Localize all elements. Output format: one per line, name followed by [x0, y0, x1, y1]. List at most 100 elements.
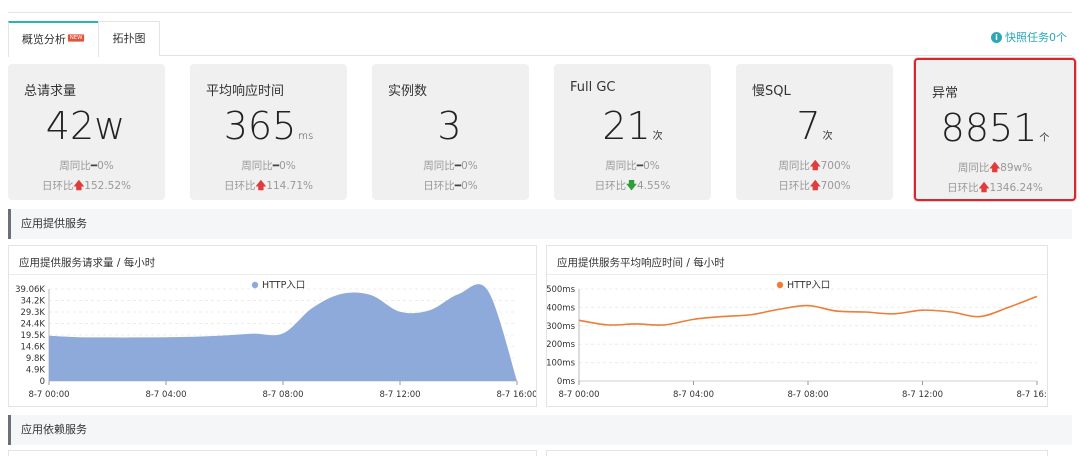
metric-title: Full GC	[570, 80, 616, 95]
week-compare: 周同比━0%	[8, 158, 165, 173]
day-compare: 日环比🡅114.71%	[190, 178, 347, 196]
y-tick-label: 100ms	[547, 359, 576, 369]
day-compare-value: 0%	[461, 180, 478, 192]
y-tick-label: 400ms	[547, 303, 576, 313]
trend-up-icon: 🡅	[989, 162, 1001, 174]
metric-card[interactable]: 异常 8851 个周同比🡅89w% 日环比🡅1346.24%	[914, 58, 1076, 201]
day-compare-value: 114.71%	[266, 180, 313, 192]
day-compare-label: 日环比	[947, 182, 979, 194]
week-compare-value: 0%	[279, 160, 296, 172]
tab-overview[interactable]: 概览分析 NEW	[8, 21, 99, 57]
response-time-panel: 应用提供服务平均响应时间 / 每小时 0ms 100ms 200ms 300ms 400…	[546, 245, 1048, 407]
y-tick-label: 0	[40, 377, 45, 387]
metric-number: 21	[602, 104, 651, 148]
day-compare-value: 4.55%	[636, 180, 671, 192]
metric-value: 21 次	[554, 104, 711, 148]
week-compare: 周同比━0%	[190, 158, 347, 173]
metric-value: 42w	[8, 104, 165, 148]
day-compare-value: 1346.24%	[989, 182, 1043, 194]
metric-title: 平均响应时间	[206, 84, 285, 99]
y-tick-label: 34.2K	[21, 297, 46, 307]
metric-number: 42w	[45, 104, 126, 148]
week-compare-value: 0%	[97, 160, 114, 172]
x-tick-label: 8-7 00:00	[558, 390, 599, 400]
section-dependent-title: 应用依赖服务	[21, 423, 87, 436]
section-dependent-services: 应用依赖服务	[8, 415, 1072, 445]
x-tick-label: 8-7 08:00	[787, 390, 828, 400]
metric-card[interactable]: 慢SQL 7 次周同比🡅700% 日环比🡅700%	[736, 64, 893, 200]
tab-topology[interactable]: 拓扑图	[98, 21, 160, 56]
x-tick-label: 8-7 12:00	[902, 390, 943, 400]
trend-up-icon: 🡅	[809, 160, 821, 172]
metric-title: 慢SQL	[752, 84, 791, 99]
y-tick-label: 39.06K	[15, 285, 45, 295]
top-divider	[8, 12, 1072, 13]
y-tick-label: 9.8K	[26, 354, 46, 364]
y-tick-label: 200ms	[547, 340, 576, 350]
x-tick-label: 8-7 04:00	[145, 390, 186, 400]
y-tick-label: 0ms	[557, 377, 576, 387]
request-volume-title: 应用提供服务请求量 / 每小时	[19, 257, 156, 269]
legend-dot	[776, 281, 784, 289]
x-tick-label: 8-7 12:00	[379, 390, 420, 400]
day-compare: 日环比🡅1346.24%	[916, 180, 1074, 198]
dependent-panel-right	[546, 450, 1048, 456]
week-compare-value: 0%	[461, 160, 478, 172]
series-line	[578, 295, 1038, 326]
y-tick-label: 29.3K	[21, 308, 46, 318]
metric-value: 3	[372, 104, 529, 148]
week-compare-label: 周同比	[423, 160, 455, 172]
dependent-panel-left	[8, 450, 537, 456]
trend-up-icon: 🡅	[978, 182, 990, 194]
day-compare: 日环比🡅700%	[736, 178, 893, 196]
day-compare-label: 日环比	[223, 180, 256, 192]
day-compare: 日环比🡅152.52%	[8, 178, 165, 196]
metric-card[interactable]: Full GC 21 次周同比━0% 日环比🡇4.55%	[554, 64, 711, 200]
y-tick-label: 24.4K	[21, 320, 46, 330]
metric-unit: 个	[1039, 133, 1050, 144]
metric-card[interactable]: 平均响应时间 365 ms 周同比━0% 日环比🡅114.71%	[190, 64, 347, 200]
trend-up-icon: 🡅	[73, 180, 85, 192]
week-compare-value: 89w%	[1000, 162, 1033, 174]
metric-number: 8851	[940, 106, 1038, 150]
week-compare-value: 700%	[820, 160, 851, 172]
x-tick-label: 8-7 04:00	[673, 390, 714, 400]
new-badge: NEW	[67, 34, 85, 42]
x-tick-label: 8-7 16:00	[1016, 390, 1047, 400]
request-volume-chart: 04.9K 9.8K14.6K 19.5K24.4K 29.3K34.2K 39.06K…	[15, 280, 536, 400]
y-tick-label: 14.6K	[21, 343, 46, 353]
metric-card[interactable]: 实例数 3 周同比━0% 日环比━0%	[372, 64, 529, 200]
week-compare-label: 周同比	[59, 160, 91, 172]
response-time-chart: 0ms 100ms 200ms 300ms 400ms 500ms 8-7 00:00 8-7…	[547, 280, 1047, 400]
snapshot-tasks-link[interactable]: i 快照任务0个	[991, 29, 1067, 45]
metric-unit: 次	[652, 131, 663, 142]
metric-number: 365	[223, 104, 297, 148]
day-compare-value: 152.52%	[84, 180, 131, 192]
snapshot-label: 快照任务0个	[1005, 31, 1067, 44]
section-provided-services: 应用提供服务	[8, 209, 1072, 239]
trend-down-icon: 🡇	[626, 180, 637, 192]
metric-unit: ms	[298, 131, 314, 142]
trend-up-icon: 🡅	[809, 180, 821, 192]
x-tick-label: 8-7 16:00	[496, 390, 536, 400]
legend-dot	[251, 281, 259, 289]
week-compare: 周同比━0%	[554, 158, 711, 173]
week-compare: 周同比🡅700%	[736, 158, 893, 176]
legend-label: HTTP入口	[787, 280, 830, 291]
section-provided-title: 应用提供服务	[21, 217, 87, 230]
y-tick-label: 19.5K	[21, 331, 46, 341]
week-compare-label: 周同比	[241, 160, 273, 172]
day-compare-label: 日环比	[778, 180, 810, 192]
metric-number: 7	[796, 104, 821, 148]
y-tick-label: 500ms	[547, 285, 576, 295]
metric-number: 3	[437, 104, 462, 148]
info-icon: i	[991, 31, 1002, 43]
tab-topology-label: 拓扑图	[112, 32, 146, 45]
week-compare: 周同比━0%	[372, 158, 529, 173]
metric-value: 8851 个	[916, 106, 1074, 150]
y-tick-label: 300ms	[547, 322, 576, 332]
metric-card[interactable]: 总请求量 42w 周同比━0% 日环比🡅152.52%	[8, 64, 165, 200]
day-compare-value: 700%	[820, 180, 851, 192]
week-compare-value: 0%	[643, 160, 660, 172]
tab-bar: 概览分析 NEW 拓扑图 i 快照任务0个	[8, 21, 1072, 57]
